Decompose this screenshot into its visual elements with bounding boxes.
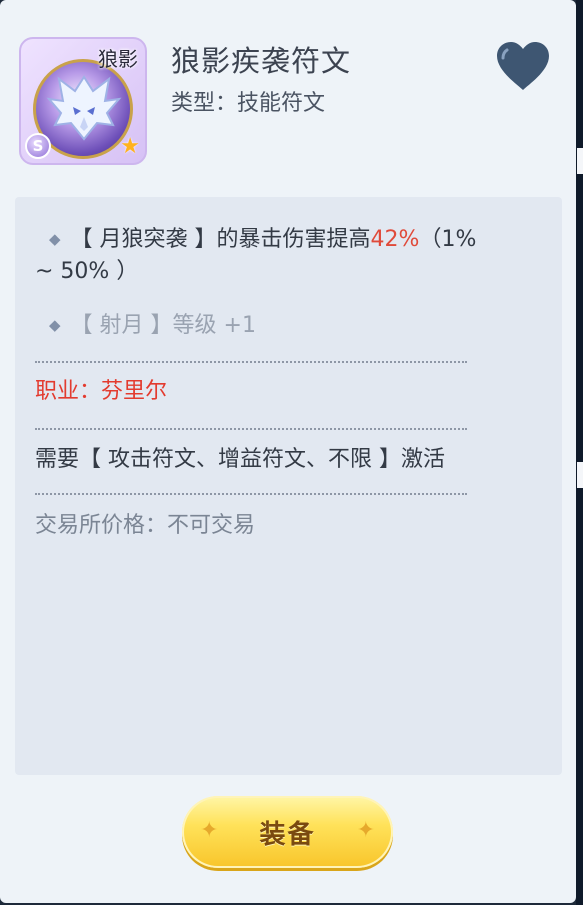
divider	[35, 361, 467, 363]
item-tooltip-panel: 狼影 S ★ 狼影疾袭符文 类型：技能符文 ◆ 【 月狼突袭 】的暴击伤害提高42…	[0, 0, 576, 903]
effect-range-start: （1%	[419, 227, 477, 252]
effect-range-end: ~ 50% ）	[35, 259, 139, 284]
rank-badge: S	[25, 133, 51, 159]
item-name: 狼影疾袭符文	[171, 44, 352, 78]
sparkle-icon: ✦	[356, 818, 375, 843]
scrollbar-edge	[576, 0, 583, 905]
diamond-bullet-icon: ◆	[49, 230, 61, 248]
star-icon: ★	[120, 134, 140, 159]
description-box: ◆ 【 月狼突袭 】的暴击伤害提高42%（1% ~ 50% ） ◆ 【 射月 】等级…	[15, 197, 562, 775]
rune-item-icon: 狼影 S ★	[19, 37, 147, 165]
icon-label: 狼影	[98, 47, 138, 71]
heart-icon[interactable]	[494, 40, 552, 92]
equip-button[interactable]: ✦ 装备 ✦	[182, 796, 393, 868]
effect-text: 【 月狼突袭 】的暴击伤害提高	[70, 227, 371, 252]
effect-line-2: ◆ 【 射月 】等级 +1	[35, 309, 535, 344]
job-line: 职业：芬里尔	[35, 379, 168, 404]
effect-value: 42%	[370, 227, 420, 252]
wolf-head-icon	[46, 75, 122, 141]
diamond-bullet-icon: ◆	[49, 316, 61, 334]
effect-text: 【 射月 】等级 +1	[70, 313, 256, 338]
trade-price-line: 交易所价格：不可交易	[35, 513, 256, 538]
item-type: 类型：技能符文	[171, 91, 326, 116]
effect-line-1: ◆ 【 月狼突袭 】的暴击伤害提高42%（1%	[35, 223, 535, 258]
divider	[35, 428, 467, 430]
divider	[35, 493, 467, 495]
scrollbar-mark	[577, 148, 583, 174]
effect-line-1-cont: ~ 50% ）	[35, 255, 535, 289]
requirement-line: 需要【 攻击符文、增益符文、不限 】激活	[35, 447, 445, 472]
scrollbar-mark	[577, 462, 583, 488]
